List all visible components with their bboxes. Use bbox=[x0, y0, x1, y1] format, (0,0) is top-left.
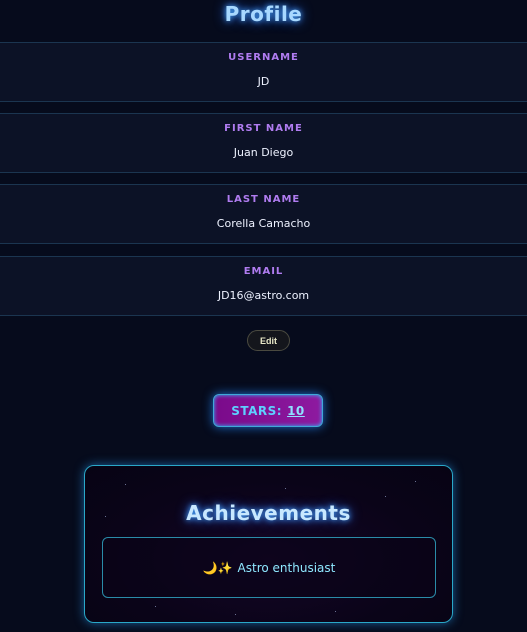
stars-badge: STARS: 10 bbox=[213, 394, 323, 427]
achievements-card: Achievements 🌙✨ Astro enthusiast bbox=[84, 465, 453, 623]
username-value: JD bbox=[257, 75, 270, 88]
page-title: Profile bbox=[224, 2, 303, 26]
star-dot bbox=[125, 484, 126, 485]
achievement-item: 🌙✨ Astro enthusiast bbox=[102, 537, 436, 598]
first-name-value: Juan Diego bbox=[233, 146, 294, 159]
achievements-title: Achievements bbox=[186, 501, 351, 525]
stars-label: STARS: bbox=[231, 403, 283, 418]
first-name-label: FIRST NAME bbox=[224, 123, 303, 134]
star-dot bbox=[385, 496, 386, 497]
star-dot bbox=[155, 606, 156, 607]
username-field: USERNAME JD bbox=[0, 42, 527, 102]
star-dot bbox=[285, 488, 286, 489]
moon-sparkles-icon: 🌙✨ bbox=[202, 560, 233, 575]
profile-page: Profile USERNAME JD FIRST NAME Juan Dieg… bbox=[0, 0, 527, 632]
first-name-field: FIRST NAME Juan Diego bbox=[0, 113, 527, 173]
email-value: JD16@astro.com bbox=[217, 289, 310, 302]
email-label: EMAIL bbox=[243, 266, 284, 277]
email-field: EMAIL JD16@astro.com bbox=[0, 256, 527, 316]
edit-button[interactable]: Edit bbox=[247, 330, 290, 351]
stars-count-link[interactable]: 10 bbox=[287, 404, 305, 418]
star-dot bbox=[235, 614, 236, 615]
achievement-label: Astro enthusiast bbox=[237, 560, 336, 575]
last-name-field: LAST NAME Corella Camacho bbox=[0, 184, 527, 244]
last-name-value: Corella Camacho bbox=[216, 217, 311, 230]
username-label: USERNAME bbox=[228, 52, 299, 63]
star-dot bbox=[415, 481, 416, 482]
last-name-label: LAST NAME bbox=[226, 194, 301, 205]
star-dot bbox=[335, 611, 336, 612]
